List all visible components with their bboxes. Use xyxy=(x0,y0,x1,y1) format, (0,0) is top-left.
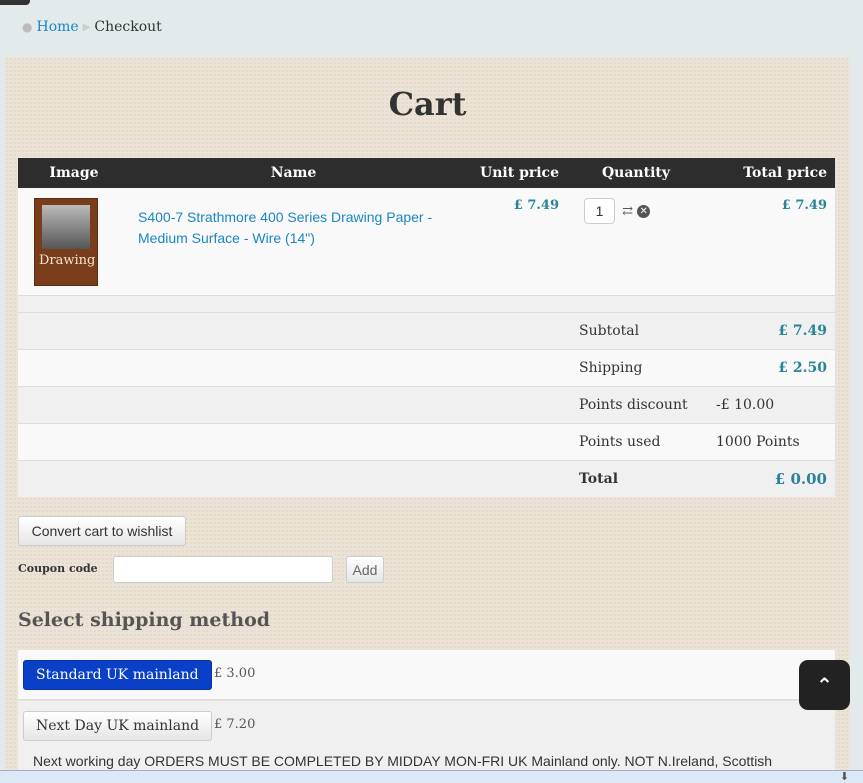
quantity-input[interactable]: 1 xyxy=(584,198,615,224)
col-total-price: Total price xyxy=(701,158,835,188)
remove-icon[interactable]: ✕ xyxy=(637,204,651,218)
col-image: Image xyxy=(18,158,130,188)
total-price: £ 7.49 xyxy=(701,188,835,295)
nextday-shipping-button[interactable]: Next Day UK mainland xyxy=(23,711,213,741)
convert-to-wishlist-button[interactable]: Convert cart to wishlist xyxy=(18,516,186,546)
summary-subtotal: Subtotal £ 7.49 xyxy=(18,311,835,349)
summary-total: Total £ 0.00 xyxy=(18,459,835,497)
summary-points-discount: Points discount -£ 10.00 xyxy=(18,385,835,423)
table-row: Drawing S400-7 Strathmore 400 Series Dra… xyxy=(18,188,835,295)
summary-shipping: Shipping £ 2.50 xyxy=(18,348,835,386)
unit-price: £ 7.49 xyxy=(457,188,571,295)
nextday-shipping-price: £ 7.20 xyxy=(214,717,256,732)
content-panel: Cart Image Name Unit price Quantity Tota… xyxy=(5,57,850,783)
coupon-label: Coupon code xyxy=(18,562,98,575)
page-edge xyxy=(850,57,863,783)
breadcrumb-separator-icon: ▶ xyxy=(82,21,91,33)
nextday-shipping-note: Next working day ORDERS MUST BE COMPLETE… xyxy=(33,753,773,769)
download-icon[interactable]: ⬇ xyxy=(840,771,849,783)
col-unit-price: Unit price xyxy=(457,158,571,188)
page-title: Cart xyxy=(388,85,467,123)
scroll-to-top-button[interactable]: ⌃ xyxy=(799,660,850,710)
shipping-heading: Select shipping method xyxy=(18,609,271,631)
summary-points-used: Points used 1000 Points xyxy=(18,422,835,460)
standard-shipping-price: £ 3.00 xyxy=(214,666,256,681)
status-bar: ⬇ xyxy=(0,770,863,783)
top-tab xyxy=(0,0,30,5)
refresh-icon[interactable]: ⇄ xyxy=(622,204,633,219)
breadcrumb-home-link[interactable]: Home xyxy=(36,19,78,35)
cart-table: Image Name Unit price Quantity Total pri… xyxy=(18,158,835,497)
location-pin-icon: ● xyxy=(22,20,33,34)
product-name-link[interactable]: S400-7 Strathmore 400 Series Drawing Pap… xyxy=(130,188,457,295)
product-image[interactable]: Drawing xyxy=(34,198,98,286)
col-name: Name xyxy=(130,158,457,188)
shipping-option-standard: Standard UK mainland £ 3.00 xyxy=(18,650,835,700)
table-header: Image Name Unit price Quantity Total pri… xyxy=(18,158,835,188)
col-quantity: Quantity xyxy=(571,158,701,188)
breadcrumb: ● Home ▶ Checkout xyxy=(22,19,162,35)
coupon-add-button[interactable]: Add xyxy=(346,556,384,583)
coupon-input[interactable] xyxy=(113,556,333,583)
breadcrumb-current: Checkout xyxy=(94,19,162,35)
standard-shipping-button[interactable]: Standard UK mainland xyxy=(23,660,212,690)
